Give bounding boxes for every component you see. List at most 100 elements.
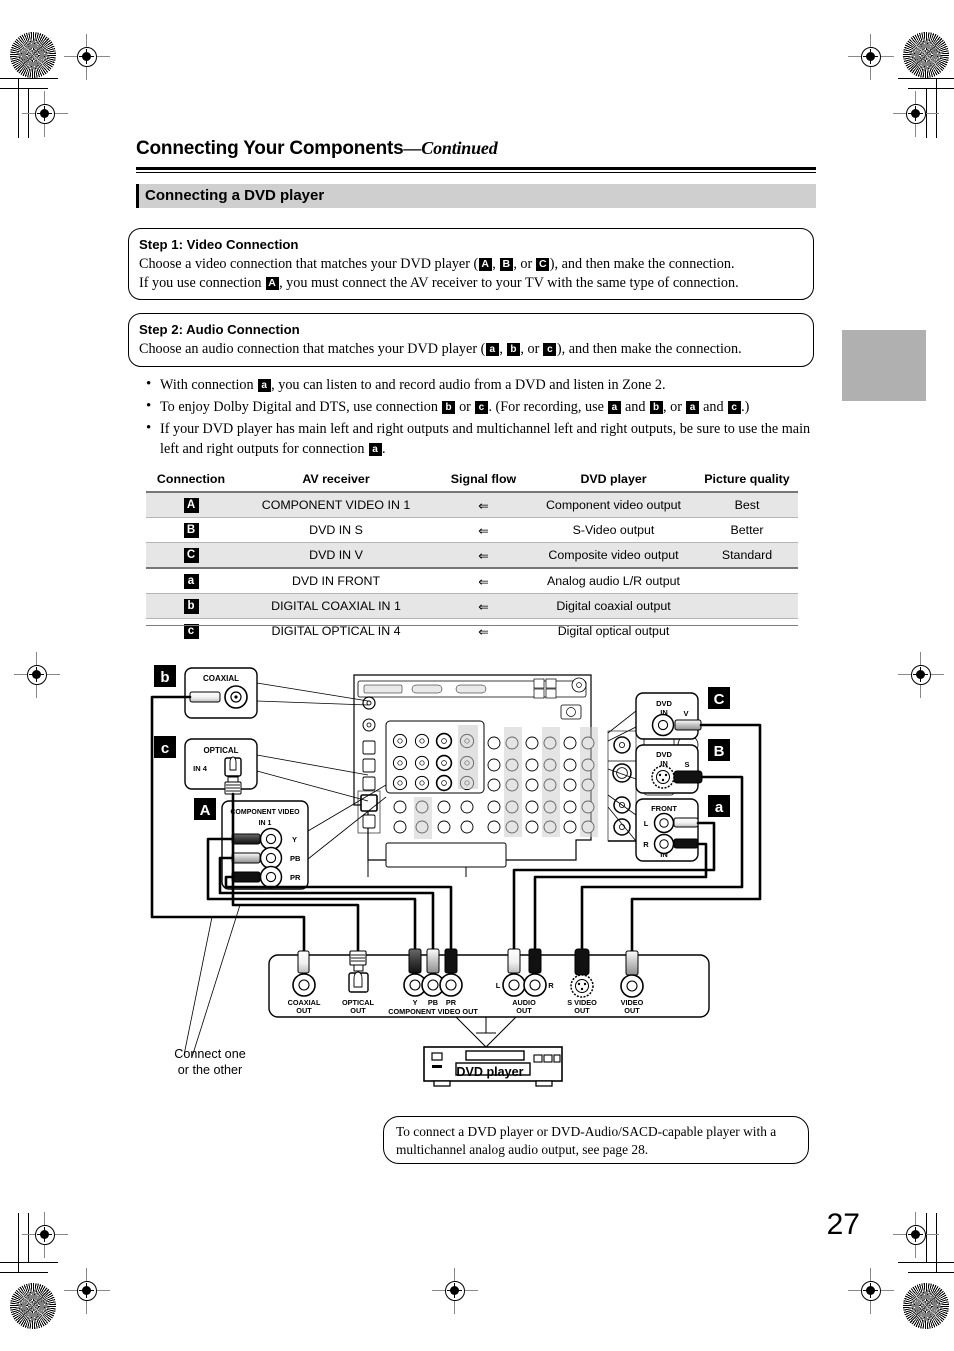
step1-box: Step 1: Video Connection Choose a video … (128, 228, 814, 300)
bullet1-p1: With connection (160, 377, 258, 393)
front-jack-label-r: R (643, 840, 649, 849)
step1-line2-b: , you must connect the AV receiver to yo… (279, 275, 739, 291)
component-jack-label-y: Y (292, 835, 297, 844)
bullet2-p6: and (699, 399, 728, 415)
badge-c2-bullet2: c (727, 401, 741, 414)
component-jack-label-pr: PR (290, 873, 301, 882)
badge-B: B (183, 523, 199, 538)
out-label-pr: PR (446, 998, 457, 1007)
badge-a-video-2: A (265, 277, 279, 290)
badge-c-audio: c (543, 343, 557, 356)
step2-line1-b: ), and then make the connection. (556, 341, 742, 357)
table-row: C DVD IN V ⇐ Composite video output Stan… (146, 542, 798, 568)
crop-mark (898, 78, 954, 80)
registration-mark (22, 91, 68, 137)
cell-badge: c (146, 618, 236, 643)
col-signal-flow: Signal flow (450, 472, 517, 486)
badge-b-lower: b (183, 599, 199, 614)
badge-b2-bullet2: b (649, 401, 663, 414)
connect-one-or-other-note: Connect one or the other (155, 1046, 265, 1078)
registration-mark (432, 1268, 478, 1314)
bullet3-p2: . (382, 440, 386, 457)
cell-badge: A (146, 491, 236, 518)
cell-badge: B (146, 517, 236, 543)
badge-c-diagram: c (161, 740, 169, 757)
step1-line1-a: Choose a video connection that matches y… (139, 256, 479, 272)
cell-flow: ⇐ (436, 517, 531, 543)
registration-mark (64, 34, 110, 80)
front-jack-label-l: L (644, 819, 649, 828)
table-row: B DVD IN S ⇐ S-Video output Better (146, 517, 798, 543)
list-item: To enjoy Dolby Digital and DTS, use conn… (142, 397, 814, 418)
crop-mark (0, 1272, 48, 1274)
section-heading-text: Connecting a DVD player (145, 187, 325, 204)
step2-title: Step 2: Audio Connection (139, 322, 300, 337)
cell-player: Component video output (531, 491, 696, 518)
badge-c-bullet2: c (474, 401, 488, 414)
registration-mark (898, 652, 944, 698)
callout-optical-in4: OPTICAL IN 4 c (154, 736, 369, 802)
density-target (10, 32, 56, 78)
out-label-optical-2: OUT (350, 1006, 366, 1015)
badge-C-diagram: C (714, 691, 725, 708)
step1-line1-b: ), and then make the connection. (549, 256, 735, 272)
page-number: 27 (826, 1208, 860, 1241)
connect-note-line2: or the other (177, 1063, 243, 1077)
callout-front-title: FRONT (651, 804, 677, 813)
callout-coaxial-title: COAXIAL (203, 674, 239, 683)
cell-receiver: DVD IN V (236, 542, 436, 568)
step1-line2: If you use connection A, you must connec… (139, 274, 803, 293)
callout-dvdv-jack: V (683, 709, 688, 718)
out-label-y: Y (413, 998, 418, 1007)
crop-mark (0, 78, 58, 80)
badge-A: A (183, 498, 199, 513)
out-label-video-2: OUT (624, 1006, 640, 1015)
step2-line1-a: Choose an audio connection that matches … (139, 341, 486, 357)
callout-coaxial-in1: COAXIAL IN 1 b (154, 665, 369, 719)
callout-component-sub: IN 1 (259, 820, 272, 827)
badge-a-bullet2: a (607, 401, 621, 414)
badge-a-diagram: a (715, 799, 724, 816)
badge-c-video: C (536, 258, 550, 271)
bullet2-p5: , or (663, 399, 686, 415)
cell-flow: ⇐ (436, 593, 531, 619)
badge-b-video: B (499, 258, 513, 271)
bullet2-p7: .) (741, 399, 750, 415)
table-bottom-rule (146, 625, 798, 627)
cell-flow: ⇐ (436, 542, 531, 568)
cell-receiver: COMPONENT VIDEO IN 1 (236, 491, 436, 518)
out-label-coaxial-2: OUT (296, 1006, 312, 1015)
registration-mark (22, 1212, 68, 1258)
bullet3-p1: If your DVD player has main left and rig… (160, 421, 811, 457)
cell-receiver: DVD IN FRONT (236, 567, 436, 594)
header-rule-thick (136, 167, 816, 170)
connect-note-line1: Connect one (174, 1047, 246, 1061)
col-picture-quality: Picture quality (704, 472, 790, 486)
callout-dvds-title: DVD (656, 750, 672, 759)
out-label-audio-l: L (496, 981, 501, 990)
cell-badge: b (146, 593, 236, 619)
cell-player: Composite video output (531, 542, 696, 568)
callout-optical-title: OPTICAL (203, 746, 238, 755)
callout-dvdv-title: DVD (656, 699, 672, 708)
step2-line1: Choose an audio connection that matches … (139, 341, 742, 357)
table-row: a DVD IN FRONT ⇐ Analog audio L/R output (146, 567, 798, 594)
badge-a-bullet1: a (257, 379, 271, 392)
crop-mark (0, 88, 48, 90)
callout-component-title: COMPONENT VIDEO (230, 809, 300, 816)
callout-dvds-jack: S (684, 760, 689, 769)
badge-b-bullet2: b (442, 401, 456, 414)
col-connection: Connection (156, 472, 226, 486)
badge-a2-bullet2: a (686, 401, 700, 414)
cell-flow: ⇐ (436, 491, 531, 518)
list-item: If your DVD player has main left and rig… (142, 419, 814, 459)
thumb-index-tab (842, 330, 926, 401)
out-label-audio-2: OUT (516, 1006, 532, 1015)
cell-receiver: DVD IN S (236, 517, 436, 543)
badge-a-audio: a (485, 343, 499, 356)
out-label-svideo-2: OUT (574, 1006, 590, 1015)
badge-b-audio: b (506, 343, 520, 356)
crop-mark (898, 1262, 954, 1264)
cell-quality: Better (696, 517, 798, 543)
registration-mark (14, 652, 60, 698)
